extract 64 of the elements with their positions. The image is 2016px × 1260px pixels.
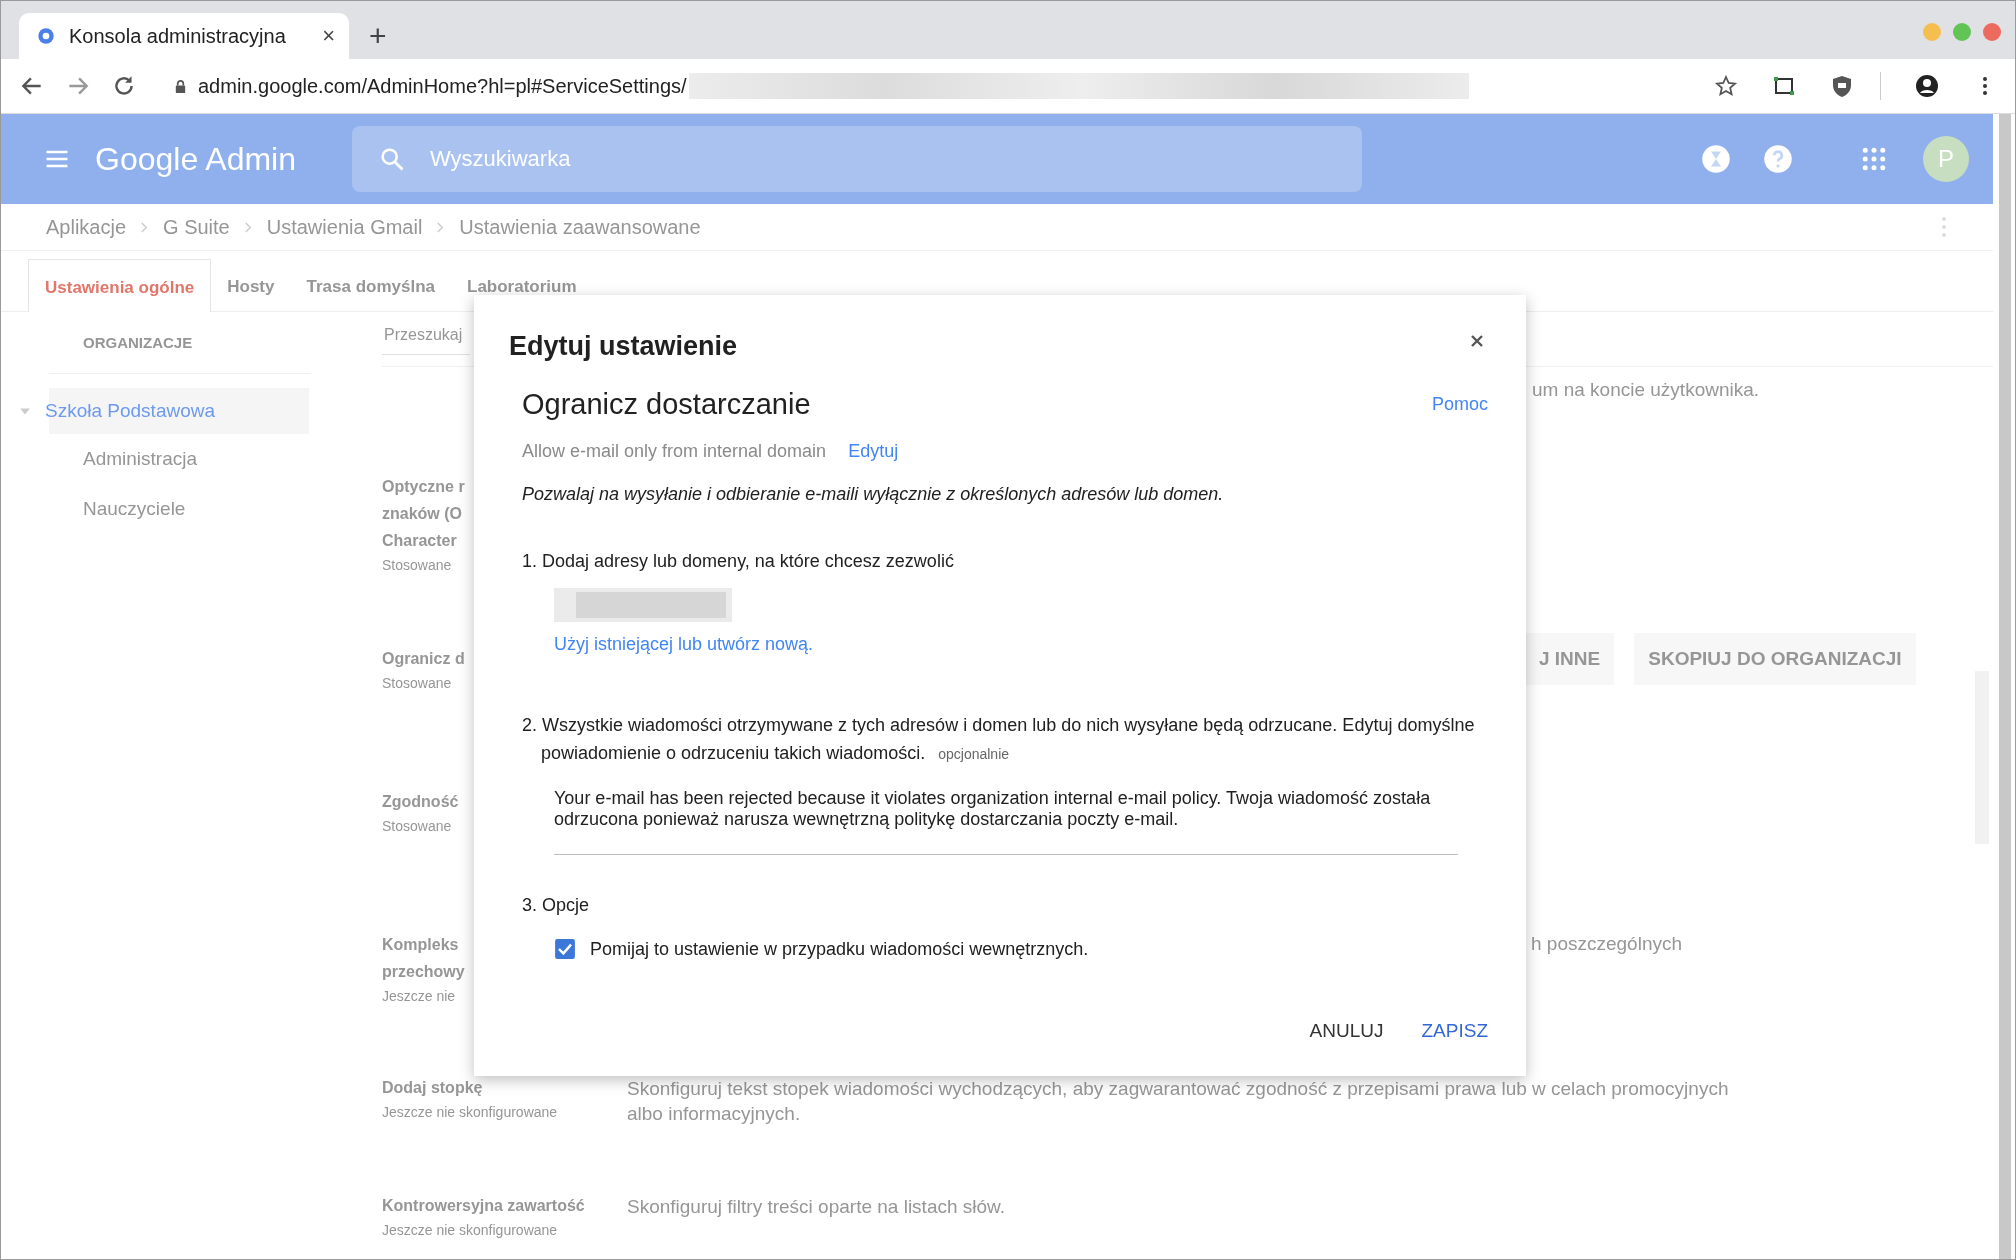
browser-tab[interactable]: Konsola administracyjna ×	[19, 13, 349, 59]
chevron-icon	[140, 220, 150, 234]
dialog-title: Edytuj ustawienie	[509, 331, 739, 362]
setting-description: Skonfiguruj filtry treści oparte na listach słów.	[627, 1195, 1007, 1219]
chevron-icon	[243, 220, 253, 234]
account-icon[interactable]	[1915, 74, 1939, 98]
setting-name: Kontrowersyjna zawartość	[382, 1196, 585, 1216]
setting-name: Dodaj stopkę	[382, 1078, 483, 1098]
search-field[interactable]: Wyszukiwarka	[352, 126, 1362, 192]
help-link[interactable]: Pomoc	[1431, 394, 1488, 415]
help-icon[interactable]	[1763, 144, 1793, 174]
action-button[interactable]: J INNE	[1525, 633, 1615, 685]
org-item[interactable]: Administracja	[1, 434, 331, 484]
breadcrumb-link[interactable]: Aplikacje	[46, 215, 127, 239]
tab[interactable]: Hosty	[211, 259, 291, 311]
breadcrumb-link[interactable]: Ustawienia Gmail	[266, 215, 423, 239]
step-heading: 1. Dodaj adresy lub domeny, na które chcesz zezwolić	[522, 551, 955, 572]
search-icon	[378, 145, 406, 173]
step-heading: 2. Wszystkie wiadomości otrzymywane z tych adresów i domen lub do nich wysyłane będą odrzucane. Edytuj domyślne powiadomienie o odrzuceniu takich wiadomości. opcjonalnie	[522, 714, 1476, 765]
tab[interactable]: Ustawienia ogólne	[28, 259, 212, 312]
section-heading: ORGANIZACJE	[49, 326, 311, 374]
setting-status: Stosowane	[382, 556, 452, 575]
step-heading: 3. Opcje	[522, 895, 591, 916]
setting-name: Kompleks przechowy	[382, 935, 465, 982]
setting-status: Jeszcze nie skonfigurowane	[382, 1103, 558, 1122]
lock-icon	[173, 78, 188, 94]
setting-status: Stosowane	[382, 674, 452, 693]
setting-name: Zgodność	[382, 792, 459, 812]
maximize-icon[interactable]	[1953, 23, 1971, 41]
screen-icon[interactable]	[1772, 74, 1796, 98]
setting-name: Optyczne r znaków (O Character	[382, 477, 465, 551]
setting-title: Ogranicz dostarczanie	[522, 388, 811, 421]
setting-name: Ogranicz d	[382, 649, 465, 669]
org-item[interactable]: Nauczyciele	[1, 484, 331, 534]
description-text: um na koncie użytkownika.	[1532, 379, 1760, 400]
setting-description: Pozwalaj na wysyłanie i odbieranie e-maili wyłącznie z określonych adresów lub domen.	[522, 484, 1225, 505]
dialog-button[interactable]: ANULUJ	[1295, 1012, 1398, 1050]
setting-status: Jeszcze nie skonfigurowane	[382, 1221, 558, 1240]
url-text[interactable]: admin.google.com/AdminHome?hl=pl#ServiceSettings/	[198, 74, 687, 98]
scrollbar-thumb[interactable]	[1999, 114, 2011, 1259]
shield-icon[interactable]	[1830, 74, 1854, 98]
hourglass-icon[interactable]	[1701, 144, 1731, 174]
close-tab-button[interactable]: ×	[322, 23, 335, 49]
breadcrumb-link[interactable]: Ustawienia zaawansowane	[459, 215, 701, 239]
rejection-message-field[interactable]: Your e-mail has been rejected because it violates organization internal e-mail policy. Twoja wiadomość została odrzucona ponieważ narusza wewnętrzną politykę dostarczania poczty e-mail.	[554, 788, 1458, 855]
tab[interactable]: Trasa domyślna	[290, 259, 451, 311]
new-tab-button[interactable]: +	[369, 19, 387, 53]
star-icon[interactable]	[1714, 74, 1738, 98]
chevron-icon	[436, 220, 446, 234]
setting-summary: Allow e-mail only from internal domain	[522, 441, 827, 462]
dialog-button[interactable]: ZAPISZ	[1407, 1012, 1502, 1050]
breadcrumb-link[interactable]: G Suite	[163, 215, 230, 239]
tab-title: Konsola administracyjna	[69, 24, 287, 48]
checkbox[interactable]	[554, 938, 576, 960]
edit-link[interactable]: Edytuj	[848, 441, 899, 462]
action-button[interactable]: SKOPIUJ DO ORGANIZACJI	[1634, 633, 1916, 685]
setting-description: h poszczególnych	[1531, 933, 1683, 955]
setting-status: Stosowane	[382, 817, 452, 836]
setting-status: Jeszcze nie	[382, 987, 456, 1006]
logo[interactable]: Google Admin	[95, 140, 296, 178]
close-icon[interactable]	[1470, 333, 1484, 348]
setting-description: Skonfiguruj tekst stopek wiadomości wychodzących, aby zagwarantować zgodność z przepisami prawa lub w celach promocyjnych albo informacyjnych.	[627, 1077, 1730, 1126]
checkbox-label: Pomijaj to ustawienie w przypadku wiadomości wewnętrznych.	[590, 938, 1089, 960]
address-list-link[interactable]: Użyj istniejącej lub utwórz nową.	[554, 634, 814, 654]
